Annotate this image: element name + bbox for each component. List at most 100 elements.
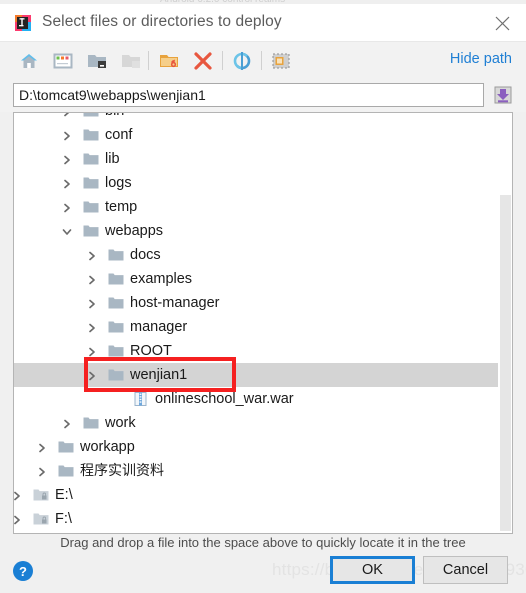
tree-row-label: onlineschool_war.war — [155, 391, 294, 407]
folder-icon — [83, 176, 99, 190]
new-folder-icon[interactable] — [158, 50, 180, 72]
tree-row[interactable]: E:\ — [14, 483, 512, 507]
file-tree: bin conf lib logs temp webapps docs examples hos… — [14, 113, 512, 531]
tree-row-label: ROOT — [130, 343, 172, 359]
tree-row[interactable]: workapp — [14, 435, 512, 459]
toolbar-separator — [148, 51, 149, 70]
chevron-right-icon[interactable] — [14, 489, 23, 501]
tree-row[interactable]: examples — [14, 267, 512, 291]
folder-icon — [58, 440, 74, 454]
chevron-right-icon[interactable] — [36, 441, 48, 453]
chevron-right-icon[interactable] — [61, 417, 73, 429]
tree-row-label: 程序实训资料 — [80, 463, 164, 479]
folder-icon — [83, 200, 99, 214]
tree-row[interactable]: temp — [14, 195, 512, 219]
drag-drop-hint: Drag and drop a file into the space abov… — [60, 535, 466, 550]
chevron-right-icon[interactable] — [61, 153, 73, 165]
folder-icon — [108, 296, 124, 310]
folder-icon — [58, 464, 74, 478]
folder-icon — [83, 128, 99, 142]
chevron-right-icon[interactable] — [61, 201, 73, 213]
project-folder-icon[interactable] — [86, 50, 108, 72]
cancel-button[interactable]: Cancel — [423, 556, 508, 584]
tree-row-label: conf — [105, 127, 133, 143]
help-button[interactable]: ? — [12, 560, 34, 582]
tree-row-label: webapps — [105, 223, 164, 239]
close-icon[interactable] — [480, 4, 526, 42]
tree-row-label: E:\ — [55, 487, 73, 503]
tree-row[interactable]: wenjian1 — [14, 363, 512, 387]
show-hidden-icon[interactable] — [270, 50, 292, 72]
path-input[interactable] — [13, 83, 484, 107]
chevron-right-icon[interactable] — [86, 297, 98, 309]
tree-row-label: lib — [105, 151, 120, 167]
home-icon[interactable] — [18, 50, 40, 72]
tree-row[interactable]: logs — [14, 171, 512, 195]
toolbar: Hide path — [0, 42, 526, 78]
tree-row[interactable]: conf — [14, 123, 512, 147]
chevron-right-icon[interactable] — [61, 177, 73, 189]
tree-scrollbar-thumb[interactable] — [500, 195, 511, 531]
folder-icon — [108, 320, 124, 334]
hide-path-link[interactable]: Hide path — [450, 51, 512, 67]
title-bar: Select files or directories to deploy — [0, 4, 526, 42]
tree-row-label: manager — [130, 319, 188, 335]
delete-icon[interactable] — [192, 50, 214, 72]
folder-icon — [83, 152, 99, 166]
tree-row-label: temp — [105, 199, 138, 215]
chevron-right-icon[interactable] — [86, 273, 98, 285]
chevron-right-icon[interactable] — [61, 113, 73, 117]
tree-row[interactable]: work — [14, 411, 512, 435]
tree-row[interactable]: F:\ — [14, 507, 512, 531]
folder-icon — [108, 248, 124, 262]
drive-folder-icon — [33, 512, 49, 526]
tree-row[interactable]: docs — [14, 243, 512, 267]
file-tree-scroll-area[interactable]: bin conf lib logs temp webapps docs examples hos… — [14, 113, 512, 533]
tree-row-label: examples — [130, 271, 193, 287]
chevron-right-icon[interactable] — [86, 321, 98, 333]
file-tree-panel[interactable]: bin conf lib logs temp webapps docs examples hos… — [13, 112, 513, 534]
drop-down-history-icon[interactable] — [492, 84, 514, 106]
tree-row-label: docs — [130, 247, 161, 263]
folder-icon — [83, 416, 99, 430]
tree-row-label: work — [105, 415, 136, 431]
chevron-right-icon[interactable] — [36, 465, 48, 477]
chevron-right-icon[interactable] — [61, 129, 73, 141]
folder-icon — [83, 224, 99, 238]
tree-vertical-scrollbar[interactable] — [498, 113, 512, 533]
module-folder-icon — [120, 50, 142, 72]
toolbar-separator-3 — [261, 51, 262, 70]
tree-row[interactable]: ROOT — [14, 339, 512, 363]
chevron-right-icon[interactable] — [14, 513, 23, 525]
folder-icon — [108, 272, 124, 286]
tree-row[interactable]: 程序实训资料 — [14, 459, 512, 483]
chevron-right-icon[interactable] — [86, 249, 98, 261]
tree-row-label: bin — [105, 113, 124, 121]
folder-icon — [83, 113, 99, 118]
tree-row[interactable]: bin — [14, 113, 512, 123]
archive-file-icon — [133, 392, 149, 406]
chevron-down-icon[interactable] — [61, 225, 73, 237]
ok-button[interactable]: OK — [330, 556, 415, 584]
tree-row[interactable]: webapps — [14, 219, 512, 243]
toolbar-separator-2 — [222, 51, 223, 70]
tree-row[interactable]: manager — [14, 315, 512, 339]
dialog-title: Select files or directories to deploy — [42, 13, 282, 30]
intellij-idea-icon — [14, 14, 32, 32]
tree-row-label: workapp — [80, 439, 135, 455]
folder-icon — [108, 368, 124, 382]
chevron-right-icon[interactable] — [86, 345, 98, 357]
deploy-file-chooser-dialog: Android 6.2.0 control realms Select file… — [0, 0, 526, 593]
tree-row-label: logs — [105, 175, 132, 191]
path-row — [0, 78, 526, 112]
chevron-right-icon[interactable] — [86, 369, 98, 381]
tree-row[interactable]: host-manager — [14, 291, 512, 315]
folder-icon — [108, 344, 124, 358]
desktop-icon[interactable] — [52, 50, 74, 72]
tree-row[interactable]: lib — [14, 147, 512, 171]
drive-folder-icon — [33, 488, 49, 502]
tree-row-label: F:\ — [55, 511, 72, 527]
tree-row[interactable]: onlineschool_war.war — [14, 387, 512, 411]
refresh-icon[interactable] — [231, 50, 253, 72]
tree-row-label: wenjian1 — [130, 367, 188, 383]
